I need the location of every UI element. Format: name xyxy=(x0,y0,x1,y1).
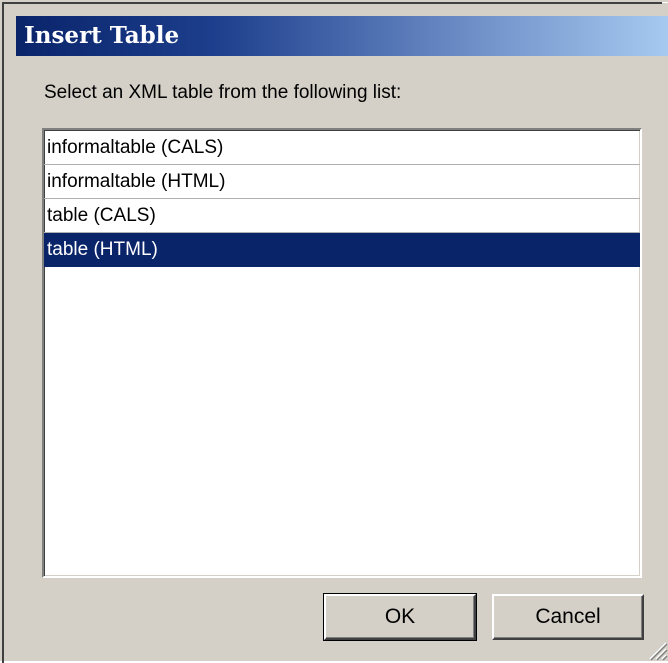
table-type-list[interactable]: informaltable (CALS) informaltable (HTML… xyxy=(42,128,642,578)
insert-table-dialog: Insert Table Select an XML table from th… xyxy=(0,0,668,663)
cancel-button[interactable]: Cancel xyxy=(492,594,644,640)
ok-button[interactable]: OK xyxy=(323,593,477,641)
list-item[interactable]: table (CALS) xyxy=(44,199,640,233)
resize-grip-icon[interactable] xyxy=(644,637,668,661)
list-item[interactable]: informaltable (CALS) xyxy=(44,131,640,165)
dialog-title: Insert Table xyxy=(16,16,668,56)
list-item[interactable]: informaltable (HTML) xyxy=(44,165,640,199)
prompt-text: Select an XML table from the following l… xyxy=(44,82,402,103)
list-item-selected[interactable]: table (HTML) xyxy=(44,233,640,267)
